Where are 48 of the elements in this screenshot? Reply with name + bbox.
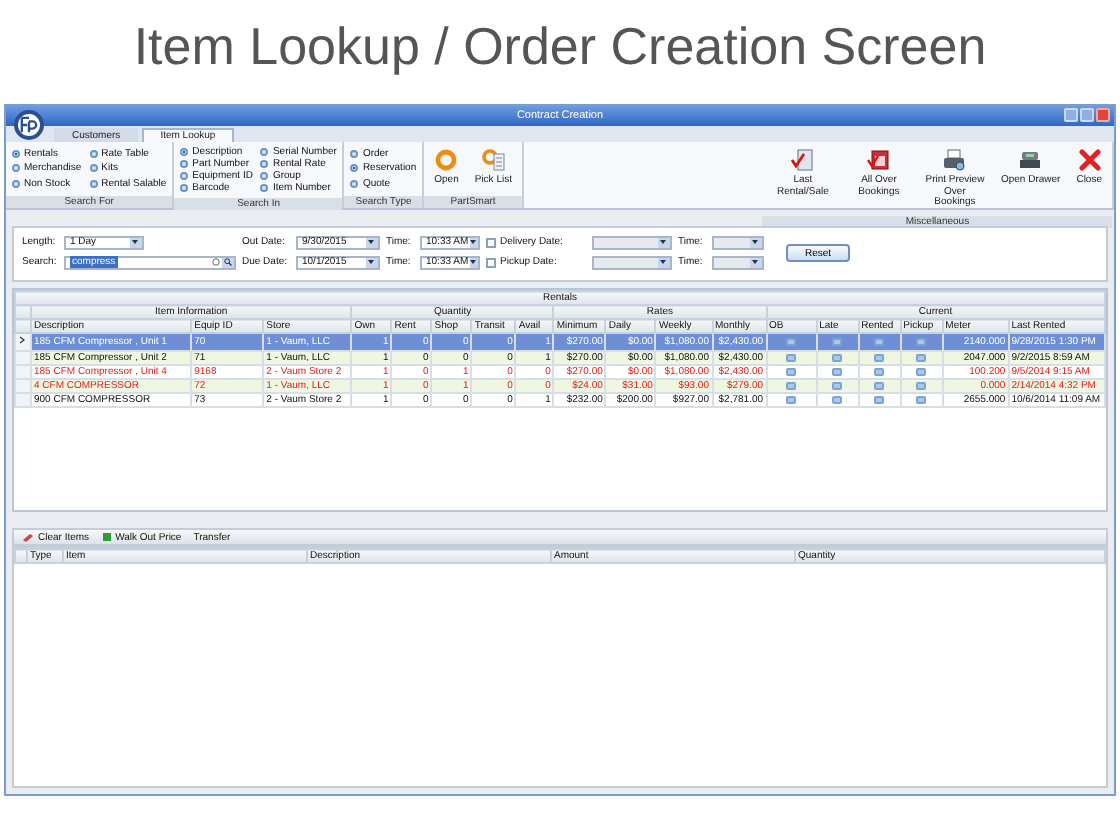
time-field[interactable] <box>712 235 764 249</box>
page-title: Item Lookup / Order Creation Screen <box>133 16 987 80</box>
radio-icon[interactable] <box>180 172 189 180</box>
cash-icon <box>101 532 112 542</box>
cash-drawer-icon <box>1018 148 1043 172</box>
checkbox[interactable] <box>486 237 496 247</box>
minimize-button[interactable] <box>1064 108 1078 122</box>
document-check-icon <box>790 148 815 172</box>
radio-icon[interactable] <box>89 164 98 173</box>
radio-icon[interactable] <box>12 180 20 189</box>
caret-icon[interactable] <box>470 237 477 247</box>
search-icon[interactable] <box>221 257 233 267</box>
printer-icon <box>942 148 967 172</box>
radio-icon[interactable] <box>260 160 269 168</box>
maximize-button[interactable] <box>1080 108 1094 122</box>
date-field[interactable] <box>592 235 672 249</box>
radio-icon[interactable] <box>260 148 269 156</box>
radio-icon[interactable] <box>180 184 189 192</box>
ring-list-icon <box>481 148 506 172</box>
eraser-icon <box>22 532 34 542</box>
caret-icon[interactable] <box>365 257 377 267</box>
clear-icon[interactable] <box>211 258 219 266</box>
date-field[interactable] <box>592 255 672 269</box>
radio-icon[interactable] <box>180 160 189 168</box>
caret-icon[interactable] <box>365 237 377 247</box>
caret-icon[interactable] <box>470 257 477 267</box>
caret-icon[interactable] <box>657 237 669 247</box>
checkbox[interactable] <box>486 257 496 267</box>
row-pointer-icon <box>18 336 26 344</box>
close-icon <box>1077 148 1102 172</box>
time-field[interactable] <box>712 255 764 269</box>
caret-icon[interactable] <box>657 257 669 267</box>
radio-icon[interactable] <box>260 172 269 180</box>
ring-icon <box>434 148 459 172</box>
radio-icon[interactable] <box>12 164 20 173</box>
radio-icon[interactable] <box>350 164 359 173</box>
radio-icon[interactable] <box>260 184 269 192</box>
radio-icon[interactable] <box>89 180 98 189</box>
caret-icon[interactable] <box>749 257 761 267</box>
caret-icon[interactable] <box>749 237 761 247</box>
radio-icon[interactable] <box>180 148 189 156</box>
caret-icon[interactable] <box>129 237 141 247</box>
calendar-icon <box>866 148 891 172</box>
radio-icon[interactable] <box>350 149 359 158</box>
radio-icon[interactable] <box>89 149 98 158</box>
radio-icon[interactable] <box>350 180 359 189</box>
radio-icon[interactable] <box>12 149 20 158</box>
close-button[interactable] <box>1096 108 1110 122</box>
